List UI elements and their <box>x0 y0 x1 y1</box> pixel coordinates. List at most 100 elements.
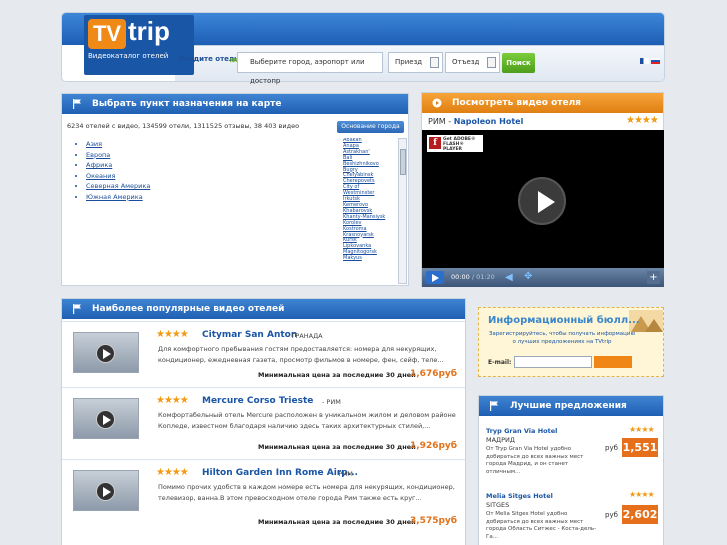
deals-panel-title: Лучшие предложения <box>510 401 627 411</box>
logo-tagline: Видеокаталог отелей <box>88 52 169 60</box>
hotel-row: ★★★★ Mercure Corso Trieste - РИМ Комфорт… <box>62 387 465 453</box>
deal-item: Melia Sitges Hotel ★★★★ SITGES От Melia … <box>479 485 663 545</box>
checkin-label: Приезд <box>395 58 423 66</box>
deal-city: МАДРИД <box>486 436 515 444</box>
flag-icon <box>73 99 81 109</box>
popular-panel-header: Наиболее популярные видео отелей <box>62 299 465 319</box>
big-play-icon[interactable] <box>518 177 566 225</box>
hotel-video-thumbnail[interactable] <box>73 398 139 439</box>
scrollbar-thumb[interactable] <box>400 149 406 175</box>
play-button[interactable] <box>426 271 444 284</box>
city-list: Abakan Anapa Astrakhan' Bali Beshizhniko… <box>343 138 399 284</box>
get-flash-badge[interactable]: f Get ADOBE® FLASH® PLAYER <box>427 135 483 152</box>
region-link[interactable]: Южная Америка <box>86 192 150 203</box>
play-icon[interactable] <box>96 410 115 429</box>
city-link[interactable]: Makyus <box>343 255 399 262</box>
video-city: РИМ - <box>428 117 454 126</box>
time-readout: 00:00 / 01:20 <box>451 273 495 281</box>
region-list: Азия Европа Африка Океания Северная Амер… <box>86 139 150 202</box>
tvtrip-logo[interactable]: TV trip Видеокаталог отелей <box>84 15 194 75</box>
video-controls: 00:00 / 01:20 ◀ ✥ + <box>422 268 664 287</box>
flag-fr-icon[interactable] <box>640 58 649 64</box>
calendar-icon[interactable] <box>430 57 439 68</box>
email-field[interactable] <box>514 356 592 368</box>
deal-description: От Melia Sitges Hotel удобно добираться … <box>486 511 597 540</box>
hotel-name-link[interactable]: Citymar San Anton <box>202 330 297 340</box>
deal-stars: ★★★★ <box>629 425 655 434</box>
hotel-price: 3,575руб <box>410 516 458 526</box>
newsletter-text: Зарегистрируйтесь, чтобы получать информ… <box>488 331 636 345</box>
region-link[interactable]: Северная Америка <box>86 181 150 192</box>
flash-logo-icon: f <box>429 137 441 149</box>
deal-stars: ★★★★ <box>629 490 655 499</box>
hotel-stars: ★★★★ <box>156 467 189 478</box>
deal-price[interactable]: 2,602 <box>622 505 658 524</box>
fullscreen-icon[interactable]: ✥ <box>524 271 532 282</box>
checkin-field[interactable]: Приезд <box>388 52 443 73</box>
subscribe-button[interactable] <box>594 356 632 368</box>
hotel-video-thumbnail[interactable] <box>73 332 139 373</box>
hotel-price: 1,676руб <box>410 369 458 379</box>
email-label: E-mail: <box>488 359 512 366</box>
video-panel-title: Посмотреть видео отеля <box>452 98 581 108</box>
video-hotel-title: РИМ - Napoleon Hotel <box>428 117 523 126</box>
time-total: / 01:20 <box>471 273 495 281</box>
logo-tv: TV <box>88 19 126 49</box>
flag-ru-icon[interactable] <box>651 58 660 64</box>
deal-hotel-link[interactable]: Tryp Gran Via Hotel <box>486 427 557 435</box>
deal-city: SITGES <box>486 501 510 509</box>
price-label: Минимальная цена за последние 30 дней <box>258 443 416 451</box>
region-link[interactable]: Европа <box>86 150 150 161</box>
region-link[interactable]: Африка <box>86 160 150 171</box>
play-circle-icon <box>432 98 442 108</box>
hotel-city: - РИМ <box>322 398 341 406</box>
newsletter-panel: Информационный бюлл... Зарегистрируйтесь… <box>478 307 664 377</box>
video-hotel-name[interactable]: Napoleon Hotel <box>454 117 524 126</box>
hotel-stars: ★★★★ <box>156 329 189 340</box>
hotel-name-link[interactable]: Mercure Corso Trieste <box>202 396 313 406</box>
best-deals-panel: Лучшие предложения Tryp Gran Via Hotel ★… <box>478 395 664 545</box>
deal-currency: руб <box>605 511 618 519</box>
video-panel: Посмотреть видео отеля РИМ - Napoleon Ho… <box>421 92 664 287</box>
deal-price[interactable]: 1,551 <box>622 438 658 457</box>
checkout-label: Отъезд <box>452 58 480 66</box>
chevron-right-icon: »» <box>229 55 239 66</box>
popular-hotels-panel: Наиболее популярные видео отелей ★★★★ Ci… <box>61 298 466 545</box>
popular-panel-title: Наиболее популярные видео отелей <box>92 304 285 314</box>
base-city-button[interactable]: Основание города <box>337 121 404 133</box>
play-icon[interactable] <box>96 344 115 363</box>
region-link[interactable]: Океания <box>86 171 150 182</box>
deals-panel-header: Лучшие предложения <box>479 396 663 416</box>
hotel-stars: ★★★★ <box>156 395 189 406</box>
region-link[interactable]: Азия <box>86 139 150 150</box>
video-player[interactable]: f Get ADOBE® FLASH® PLAYER <box>422 130 664 268</box>
calendar-icon[interactable] <box>487 57 496 68</box>
expand-icon[interactable]: + <box>647 271 660 284</box>
price-label: Минимальная цена за последние 30 дней <box>258 371 416 379</box>
volume-icon[interactable]: ◀ <box>505 272 513 283</box>
hotel-city: - ГРАНАДА <box>287 332 323 340</box>
checkout-field[interactable]: Отъезд <box>445 52 500 73</box>
deal-description: От Tryp Gran Via Hotel удобно добираться… <box>486 446 584 475</box>
search-button[interactable]: Поиск <box>502 53 535 73</box>
logo-trip: trip <box>128 16 170 46</box>
deal-item: Tryp Gran Via Hotel ★★★★ МАДРИД От Tryp … <box>479 420 663 486</box>
hotel-video-thumbnail[interactable] <box>73 470 139 511</box>
price-label: Минимальная цена за последние 30 дней <box>258 518 416 526</box>
time-current: 00:00 <box>451 273 470 281</box>
deal-hotel-link[interactable]: Melia Sitges Hotel <box>486 492 553 500</box>
city-list-scrollbar[interactable] <box>398 138 407 284</box>
hotel-row: ★★★★ Citymar San Anton - ГРАНАДА Для ком… <box>62 321 465 387</box>
video-hotel-stars: ★★★★ <box>626 115 659 126</box>
destination-search-input[interactable]: Выберите город, аэропорт или достопр <box>237 52 383 85</box>
map-panel-header: Выбрать пункт назначения на карте <box>62 94 408 114</box>
deal-currency: руб <box>605 444 618 452</box>
hotel-description: Комфортабельный отель Mercure расположен… <box>158 411 456 430</box>
play-icon[interactable] <box>96 482 115 501</box>
newsletter-title: Информационный бюлл... <box>488 315 640 326</box>
catalog-counts: 6234 отелей с видео, 134599 отели, 13115… <box>67 122 300 130</box>
map-panel: Выбрать пункт назначения на карте 6234 о… <box>61 93 409 286</box>
flag-icon <box>73 304 81 314</box>
map-panel-title: Выбрать пункт назначения на карте <box>92 99 282 109</box>
video-panel-header: Посмотреть видео отеля <box>422 93 663 113</box>
